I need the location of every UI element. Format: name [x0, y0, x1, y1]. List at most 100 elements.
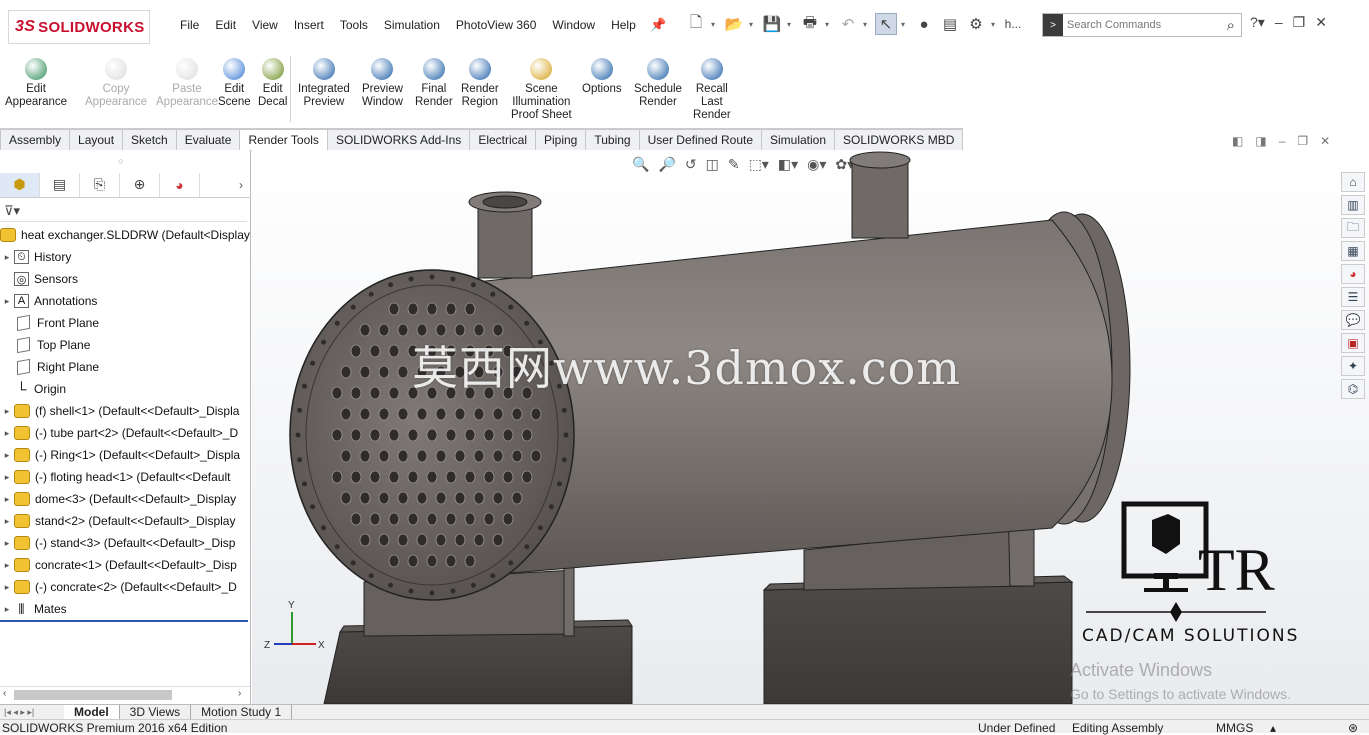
select-dropdown-icon[interactable]: ▾ — [901, 20, 909, 29]
toolbox-icon[interactable]: ▣ — [1341, 333, 1365, 353]
integrated-preview-button[interactable]: Integrated Preview — [298, 58, 350, 109]
tree-item[interactable]: ▸ (-) stand<3> (Default<<Default>_Disp — [0, 532, 250, 554]
tab-layout[interactable]: Layout — [70, 129, 124, 151]
forum-icon[interactable]: 💬 — [1341, 310, 1365, 330]
expand-arrow-icon[interactable]: ▸ — [0, 582, 14, 593]
restore-icon[interactable]: ❐ — [1293, 14, 1306, 31]
graphics-area[interactable]: 🔍 🔎 ↺ ◫ ✎ ⬚▾ ◧▾ ◉▾ ✿▾ 🖵▾ — [252, 150, 1369, 704]
new-document-icon[interactable]: 🗋 — [685, 13, 707, 35]
scroll-right-icon[interactable]: › — [238, 688, 241, 699]
expand-arrow-icon[interactable]: ▸ — [0, 494, 14, 505]
filter-icon[interactable]: ⊽▾ — [0, 200, 247, 222]
routing-icon[interactable]: ⌬ — [1341, 379, 1365, 399]
menu-tools[interactable]: Tools — [332, 15, 376, 35]
bottom-tab-motion-study-1[interactable]: Motion Study 1 — [191, 705, 293, 719]
help-icon[interactable]: ?▾ — [1250, 14, 1265, 31]
expand-arrow-icon[interactable]: ▸ — [0, 428, 14, 439]
options-button[interactable]: Options — [582, 58, 622, 96]
horizontal-scrollbar[interactable]: ‹ › — [0, 686, 250, 702]
tree-item[interactable]: ▸ ⏲ History — [0, 246, 250, 268]
menu-insert[interactable]: Insert — [286, 15, 332, 35]
tree-item[interactable]: Front Plane — [0, 312, 250, 334]
expand-arrow-icon[interactable]: ▸ — [0, 560, 14, 571]
tree-item[interactable]: ▸ concrate<1> (Default<<Default>_Disp — [0, 554, 250, 576]
recall-last-render-button[interactable]: Recall Last Render — [693, 58, 731, 122]
pin-icon[interactable]: 📌 — [650, 17, 666, 32]
panel-grip-icon[interactable]: ○ — [118, 156, 123, 166]
property-manager-tab-icon[interactable]: ▤ — [40, 172, 80, 197]
edit-scene-button[interactable]: Edit Scene — [218, 58, 251, 109]
new-dropdown-icon[interactable]: ▾ — [711, 20, 719, 29]
copy-appearance-button[interactable]: Copy Appearance — [85, 58, 147, 109]
edit-decal-button[interactable]: Edit Decal — [258, 58, 287, 109]
configuration-manager-tab-icon[interactable]: ⎘ — [80, 172, 120, 197]
tab-sketch[interactable]: Sketch — [123, 129, 177, 151]
options-dropdown-icon[interactable]: ▾ — [991, 20, 999, 29]
user-menu[interactable]: h... — [1003, 13, 1023, 35]
home-icon[interactable]: ⌂ — [1341, 172, 1365, 192]
menu-simulation[interactable]: Simulation — [376, 15, 448, 35]
expand-arrow-icon[interactable]: ▸ — [0, 406, 14, 417]
undo-icon[interactable]: ↶ — [837, 13, 859, 35]
tab-piping[interactable]: Piping — [536, 129, 587, 151]
tree-item[interactable]: ▸ (f) shell<1> (Default<<Default>_Displa — [0, 400, 250, 422]
print-icon[interactable]: 🖶 — [799, 13, 821, 35]
tree-item[interactable]: Right Plane — [0, 356, 250, 378]
bottom-tab-3d-views[interactable]: 3D Views — [120, 705, 192, 719]
schedule-render-button[interactable]: Schedule Render — [634, 58, 682, 109]
custom-properties-icon[interactable]: ☰ — [1341, 287, 1365, 307]
tree-item[interactable]: ▸ dome<3> (Default<<Default>_Display — [0, 488, 250, 510]
solidworks-logo[interactable]: 3S SOLIDWORKS — [8, 10, 150, 44]
view-palette-icon[interactable]: ▦ — [1341, 241, 1365, 261]
save-icon[interactable]: 💾 — [761, 13, 783, 35]
expand-arrow-icon[interactable]: ▸ — [0, 604, 14, 615]
tree-item[interactable]: ▸ (-) tube part<2> (Default<<Default>_D — [0, 422, 250, 444]
menu-help[interactable]: Help — [603, 15, 644, 35]
search-icon[interactable]: ⌕ — [1227, 17, 1235, 34]
menu-file[interactable]: File — [172, 15, 207, 35]
doc-restore-icon[interactable]: ❐ — [1297, 134, 1308, 148]
undo-dropdown-icon[interactable]: ▾ — [863, 20, 871, 29]
expand-arrow-icon[interactable]: ▸ — [0, 450, 14, 461]
expand-arrow-icon[interactable]: ▸ — [0, 252, 14, 263]
tree-item[interactable]: └ Origin — [0, 378, 250, 400]
close-icon[interactable]: ✕ — [1315, 14, 1327, 31]
options-gear-icon[interactable]: ⚙ — [965, 13, 987, 35]
menu-photoview-360[interactable]: PhotoView 360 — [448, 15, 545, 35]
tree-item[interactable]: ▸ (-) floting head<1> (Default<<Default — [0, 466, 250, 488]
tab-render-tools[interactable]: Render Tools — [240, 129, 328, 151]
tile-left-icon[interactable]: ◧ — [1232, 134, 1243, 148]
traffic-light-icon[interactable]: ● — [913, 13, 935, 35]
file-explorer-icon[interactable]: 🗀 — [1341, 218, 1365, 238]
tree-item[interactable]: ▸ (-) Ring<1> (Default<<Default>_Displa — [0, 444, 250, 466]
display-manager-tab-icon[interactable]: ◕ — [160, 172, 200, 197]
render-region-button[interactable]: Render Region — [461, 58, 499, 109]
open-icon[interactable]: 📂 — [723, 13, 745, 35]
edit-appearance-button[interactable]: Edit Appearance — [5, 58, 67, 109]
tab-assembly[interactable]: Assembly — [0, 129, 71, 151]
tree-item[interactable]: ▸ A Annotations — [0, 290, 250, 312]
minimize-icon[interactable]: – — [1275, 14, 1283, 31]
tab-simulation[interactable]: Simulation — [762, 129, 836, 151]
doc-minimize-icon[interactable]: – — [1279, 134, 1286, 148]
tree-item[interactable]: ▸ stand<2> (Default<<Default>_Display — [0, 510, 250, 532]
tree-item[interactable]: ▸ (-) concrate<2> (Default<<Default>_D — [0, 576, 250, 598]
tab-evaluate[interactable]: Evaluate — [176, 129, 241, 151]
tile-right-icon[interactable]: ◨ — [1255, 134, 1266, 148]
expand-arrow-icon[interactable]: ▸ — [0, 538, 14, 549]
chevron-right-icon[interactable]: › — [239, 178, 243, 192]
select-icon[interactable]: ↖ — [875, 13, 897, 35]
tab-scroll-arrows-icon[interactable]: |◂ ◂ ▸ ▸| — [0, 705, 64, 719]
search-commands-box[interactable]: > Search Commands ⌕ — [1042, 13, 1242, 37]
scene-illumination-proof-sheet-button[interactable]: Scene Illumination Proof Sheet — [511, 58, 572, 122]
preview-window-button[interactable]: Preview Window — [362, 58, 403, 109]
expand-arrow-icon[interactable]: ▸ — [0, 296, 14, 307]
tab-user-defined-route[interactable]: User Defined Route — [639, 129, 762, 151]
bottom-tab-model[interactable]: Model — [64, 705, 120, 719]
tree-root[interactable]: heat exchanger.SLDDRW (Default<Display — [0, 224, 250, 246]
menu-view[interactable]: View — [244, 15, 286, 35]
menu-edit[interactable]: Edit — [207, 15, 244, 35]
doc-close-icon[interactable]: ✕ — [1320, 134, 1330, 148]
tab-solidworks-mbd[interactable]: SOLIDWORKS MBD — [835, 129, 964, 151]
tab-tubing[interactable]: Tubing — [586, 129, 640, 151]
